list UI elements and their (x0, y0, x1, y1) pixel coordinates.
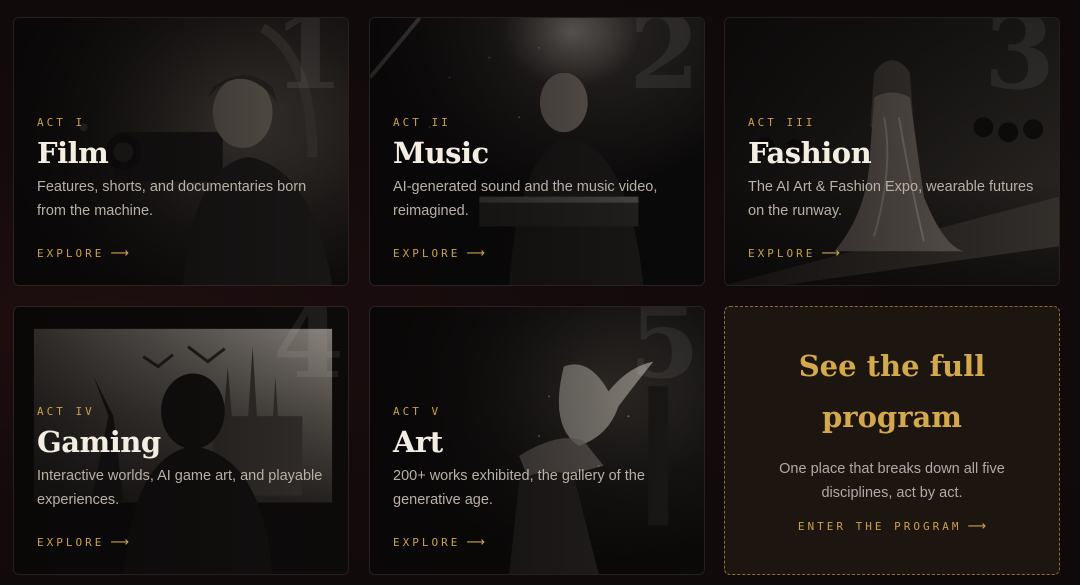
card-title: Music (393, 136, 489, 170)
explore-link[interactable]: EXPLORE ⟶ (393, 246, 485, 261)
program-description: One place that breaks down all five disc… (779, 461, 1005, 501)
act-label: ACT II (393, 116, 451, 129)
card-description: AI-generated sound and the music video, … (393, 179, 658, 219)
act-label: ACT V (393, 405, 442, 418)
program-title: See the full program (798, 349, 986, 434)
enter-program-label: ENTER THE PROGRAM (797, 520, 962, 533)
arrow-right-icon: ⟶ (466, 246, 485, 261)
act-number: 1 (273, 17, 344, 113)
arrow-right-icon: ⟶ (967, 519, 987, 534)
act-card-gaming[interactable]: 4 ACT IV Gaming Interactive worlds, AI g… (13, 306, 349, 575)
card-title: Fashion (748, 136, 872, 170)
explore-label: EXPLORE (393, 247, 461, 260)
explore-link[interactable]: EXPLORE ⟶ (37, 535, 129, 550)
explore-link[interactable]: EXPLORE ⟶ (748, 246, 840, 261)
card-description: Interactive worlds, AI game art, and pla… (37, 468, 323, 508)
program-card[interactable]: See the full program One place that brea… (724, 306, 1060, 575)
card-title: Art (393, 425, 443, 459)
act-label: ACT I (37, 116, 86, 129)
act-card-film[interactable]: 1 ACT I Film Features, shorts, and docum… (13, 17, 349, 286)
card-description: 200+ works exhibited, the gallery of the… (393, 468, 645, 508)
arrow-right-icon: ⟶ (110, 246, 129, 261)
explore-label: EXPLORE (748, 247, 816, 260)
card-description: The AI Art & Fashion Expo, wearable futu… (748, 179, 1034, 219)
explore-label: EXPLORE (37, 536, 105, 549)
arrow-right-icon: ⟶ (466, 535, 485, 550)
card-description: Features, shorts, and documentaries born… (37, 179, 307, 219)
act-card-art[interactable]: 5 ACT V Art 200+ works exhibited, the ga… (369, 306, 705, 575)
act-number: 5 (629, 306, 700, 402)
explore-label: EXPLORE (393, 536, 461, 549)
act-number: 2 (629, 17, 700, 113)
explore-link[interactable]: EXPLORE ⟶ (393, 535, 485, 550)
card-title: Gaming (37, 425, 161, 459)
arrow-right-icon: ⟶ (110, 535, 129, 550)
explore-label: EXPLORE (37, 247, 105, 260)
act-card-music[interactable]: 2 ACT II Music AI-generated sound and th… (369, 17, 705, 286)
act-label: ACT IV (37, 405, 95, 418)
act-card-fashion[interactable]: 3 ACT III Fashion The AI Art & Fashion E… (724, 17, 1060, 286)
card-title: Film (37, 136, 109, 170)
act-label: ACT III (748, 116, 816, 129)
act-number: 3 (984, 17, 1055, 113)
arrow-right-icon: ⟶ (821, 246, 840, 261)
enter-program-link[interactable]: ENTER THE PROGRAM ⟶ (798, 519, 986, 534)
explore-link[interactable]: EXPLORE ⟶ (37, 246, 129, 261)
act-number: 4 (273, 306, 344, 402)
